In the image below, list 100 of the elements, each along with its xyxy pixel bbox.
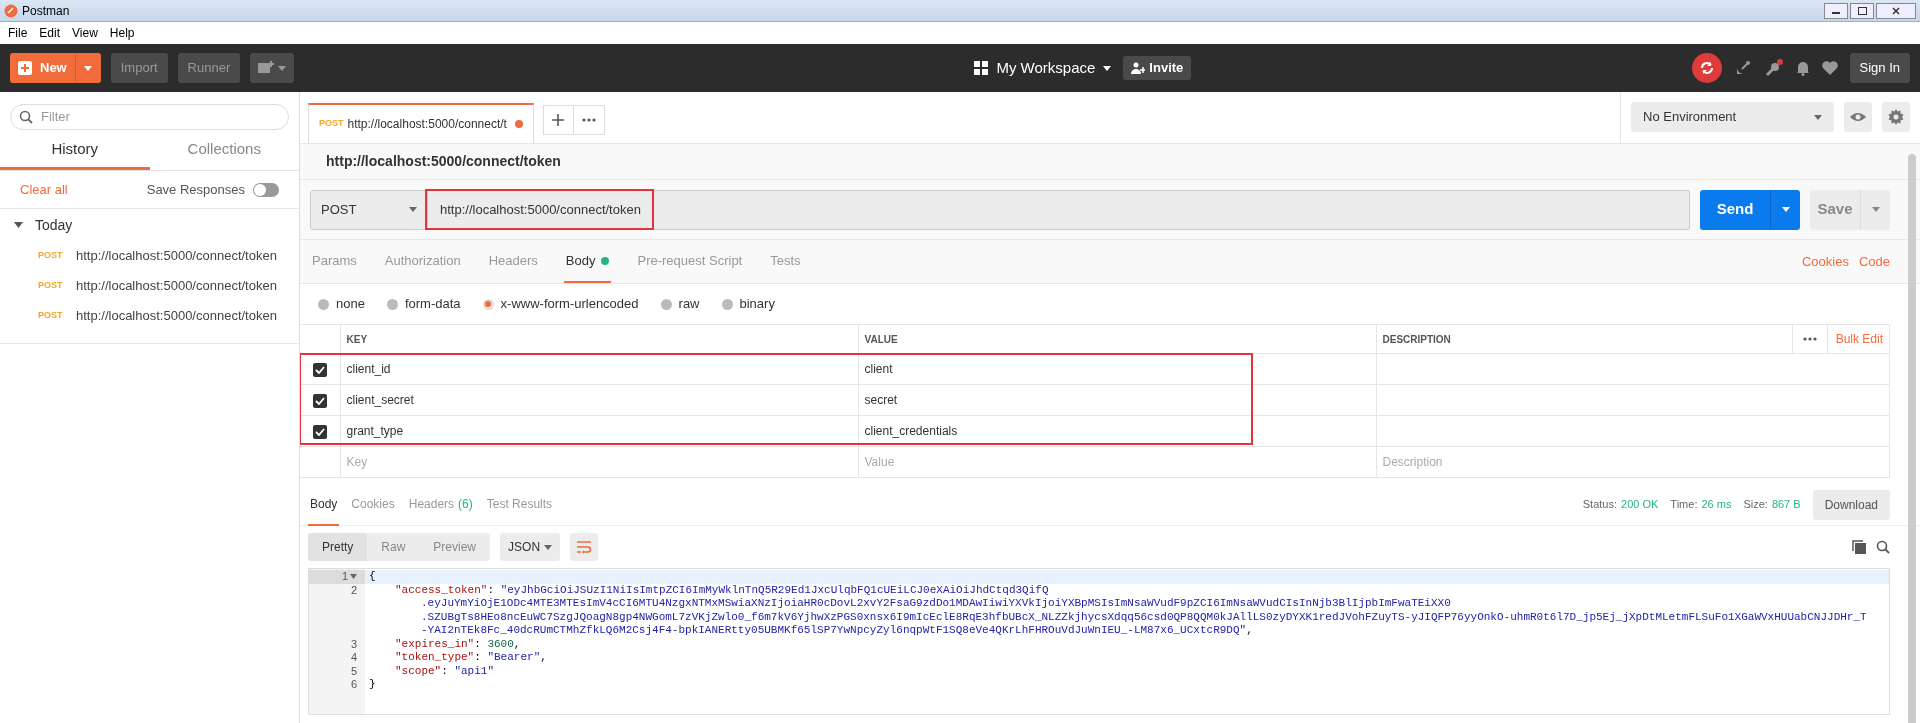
new-window-button[interactable] — [250, 53, 295, 83]
method-tag: POST — [38, 309, 64, 323]
line-number: 5 — [350, 664, 357, 678]
bell-icon[interactable] — [1795, 60, 1810, 76]
body-type-radio[interactable]: form-data — [386, 294, 461, 314]
history-item[interactable]: http://localhost:5000/connect/token — [76, 276, 277, 296]
app-icon — [4, 3, 18, 18]
maximize-icon — [1857, 6, 1867, 15]
code-line: } — [369, 678, 376, 690]
url-field[interactable]: http://localhost:5000/connect/token — [428, 189, 1690, 230]
caret-icon — [84, 65, 93, 71]
input-field[interactable]: Description — [1382, 453, 1883, 471]
history-item[interactable]: http://localhost:5000/connect/token — [76, 246, 277, 266]
method-selector[interactable]: POST — [310, 189, 428, 230]
checkbox[interactable] — [312, 424, 327, 439]
line-number: 1 — [341, 570, 348, 584]
stat-label: Size: — [1743, 497, 1768, 513]
table-cell: client_secret — [346, 393, 414, 407]
body-type-radio[interactable]: none — [318, 294, 365, 314]
column-header: DESCRIPTION — [1382, 332, 1452, 347]
method-tag: POST — [38, 249, 64, 263]
code-line: "token_type": "Bearer", — [395, 651, 547, 663]
copy-icon[interactable] — [1852, 540, 1866, 554]
menu-item[interactable]: Help — [109, 24, 135, 42]
stat-label: Time: — [1670, 497, 1698, 513]
sign-in-button[interactable]: Sign In — [1849, 53, 1910, 83]
workspace-selector[interactable]: My Workspace — [974, 56, 1112, 80]
code-line: "scope": "api1" — [395, 664, 495, 677]
filter-input[interactable]: Filter — [41, 107, 280, 127]
table-cell: secret — [864, 393, 898, 407]
add-user-icon — [1131, 62, 1146, 74]
fold-caret-icon[interactable] — [350, 574, 357, 580]
request-tab[interactable]: POST http://localhost:5000/connect/t — [308, 103, 534, 143]
sidebar-tab[interactable]: History — [0, 132, 150, 170]
sync-button[interactable] — [1691, 53, 1722, 83]
code-line: { — [369, 570, 376, 582]
column-header: VALUE — [864, 333, 898, 345]
caret-icon — [544, 544, 553, 550]
window-title: Postman — [22, 2, 70, 20]
wrap-lines-icon — [576, 540, 593, 554]
table-cell: client — [864, 362, 893, 376]
checkbox[interactable] — [312, 393, 327, 408]
sidebar-tab[interactable]: Collections — [149, 132, 299, 170]
caret-icon — [1103, 65, 1112, 71]
code-line: .SZUBgTs8HEo8ncEuWC7SzgJQoagN8gp4NWGomL7zVKjZwlo0_f6m7kV6YjhwXzPGS0xnsx6I9mIcEclE8RqE3hfbUBcX_NLZZkjhycsXdqq56csd0QP8QQM0kJAllLS0zyDYXK1redJVohFZuyTS-yJIQFP76yyOnkO-uhmR0t6l7D_jp5Ej_jXpDtMLetmFLSuFo1XGaWVxHUUabCNJJDHr_T — [421, 610, 1867, 623]
search-icon — [19, 110, 33, 124]
more-icon[interactable] — [1802, 337, 1817, 341]
new-menu-button[interactable] — [74, 53, 101, 83]
send-menu-button[interactable] — [1770, 189, 1800, 230]
menu-item[interactable]: View — [72, 24, 98, 42]
history-group-label: Today — [35, 215, 73, 235]
search-icon[interactable] — [1876, 540, 1890, 554]
settings-icon — [1887, 109, 1904, 125]
grid-icon — [974, 61, 989, 75]
table-cell: client_id — [346, 362, 391, 376]
invite-button[interactable]: Invite — [1123, 56, 1192, 80]
minimize-button[interactable] — [1824, 2, 1848, 19]
stat-value: 26 ms — [1701, 497, 1732, 513]
close-icon — [1892, 6, 1900, 15]
code-line: .eyJuYmYiOjE1ODc4MTE3MTEsImV4cCI6MTU4NzgxNTMxMSwiaXNzIjoiaHR0cDovL2xvY2FsaG9zdDo1MDAwIiwiYXVkIjoiYXBpMSIsImNsaWVudF9pZCI6ImNsaWVudCIsInNjb3BlIjpbImFwaTEiXX0 — [421, 597, 1451, 609]
input-field[interactable]: Value — [864, 453, 1370, 471]
settings-button[interactable] — [1881, 102, 1910, 132]
checkbox[interactable] — [312, 362, 327, 377]
save-responses-label: Save Responses — [146, 180, 245, 199]
request-title: http://localhost:5000/connect/token — [326, 152, 561, 171]
maximize-button[interactable] — [1850, 2, 1874, 19]
format-selector[interactable]: JSON — [500, 533, 561, 561]
request-section-tab[interactable]: Body — [563, 240, 612, 283]
stat-value: 867 B — [1771, 497, 1801, 513]
code-line: "access_token": "eyJhbGciOiJSUzI1NiIsImtpZCI6ImMyWklnTnQ5R29Ed1JxcUlqbFQ1cUEiLCJ0eXAiOiJhdCtqd3QifQ — [395, 583, 1049, 596]
caret-icon[interactable] — [14, 222, 23, 228]
environment-selector[interactable]: No Environment — [1631, 102, 1834, 132]
download-button[interactable]: Download — [1812, 489, 1890, 520]
response-tab[interactable]: Body — [308, 483, 340, 526]
line-number: 3 — [350, 637, 357, 651]
plus-icon — [18, 61, 32, 75]
code-line: -YAI2nTEk8Fc_40dcRUmCTMhZfkLQ6M2Csj4F4-bpkIANERtty05UBMKf65lSP7YwNpcyZyl6nqpWtF1SQ8eVe4QKrLhFHROuVdJuWnIEU_-LM87x6_UCxtcR9DQ", — [421, 624, 1253, 636]
scrollbar[interactable] — [1908, 154, 1916, 723]
menu-item[interactable]: Edit — [39, 24, 61, 42]
caret-icon — [278, 65, 287, 71]
body-type-radio[interactable]: binary — [721, 294, 775, 314]
method-tag: POST — [38, 279, 64, 293]
sync-icon — [1698, 60, 1715, 76]
eye-button[interactable] — [1843, 102, 1872, 132]
body-type-radio[interactable]: x-www-form-urlencoded — [482, 294, 639, 314]
view-mode-button[interactable]: Pretty — [308, 533, 368, 561]
menu-item[interactable]: File — [8, 24, 28, 42]
new-window-icon — [258, 61, 275, 75]
stat-label: Status: — [1582, 497, 1618, 513]
input-field[interactable]: Key — [346, 453, 852, 471]
send-button[interactable]: Send — [1700, 189, 1770, 230]
body-type-radio[interactable]: raw — [660, 294, 700, 314]
column-header: KEY — [346, 333, 368, 345]
save-responses-toggle[interactable] — [253, 182, 279, 197]
caret-icon — [409, 207, 417, 212]
history-item[interactable]: http://localhost:5000/connect/token — [76, 306, 277, 326]
line-number: 6 — [350, 678, 357, 692]
caret-icon — [1813, 114, 1822, 120]
heart-icon[interactable] — [1821, 61, 1838, 75]
code-line: "expires_in": 3600, — [395, 637, 521, 650]
